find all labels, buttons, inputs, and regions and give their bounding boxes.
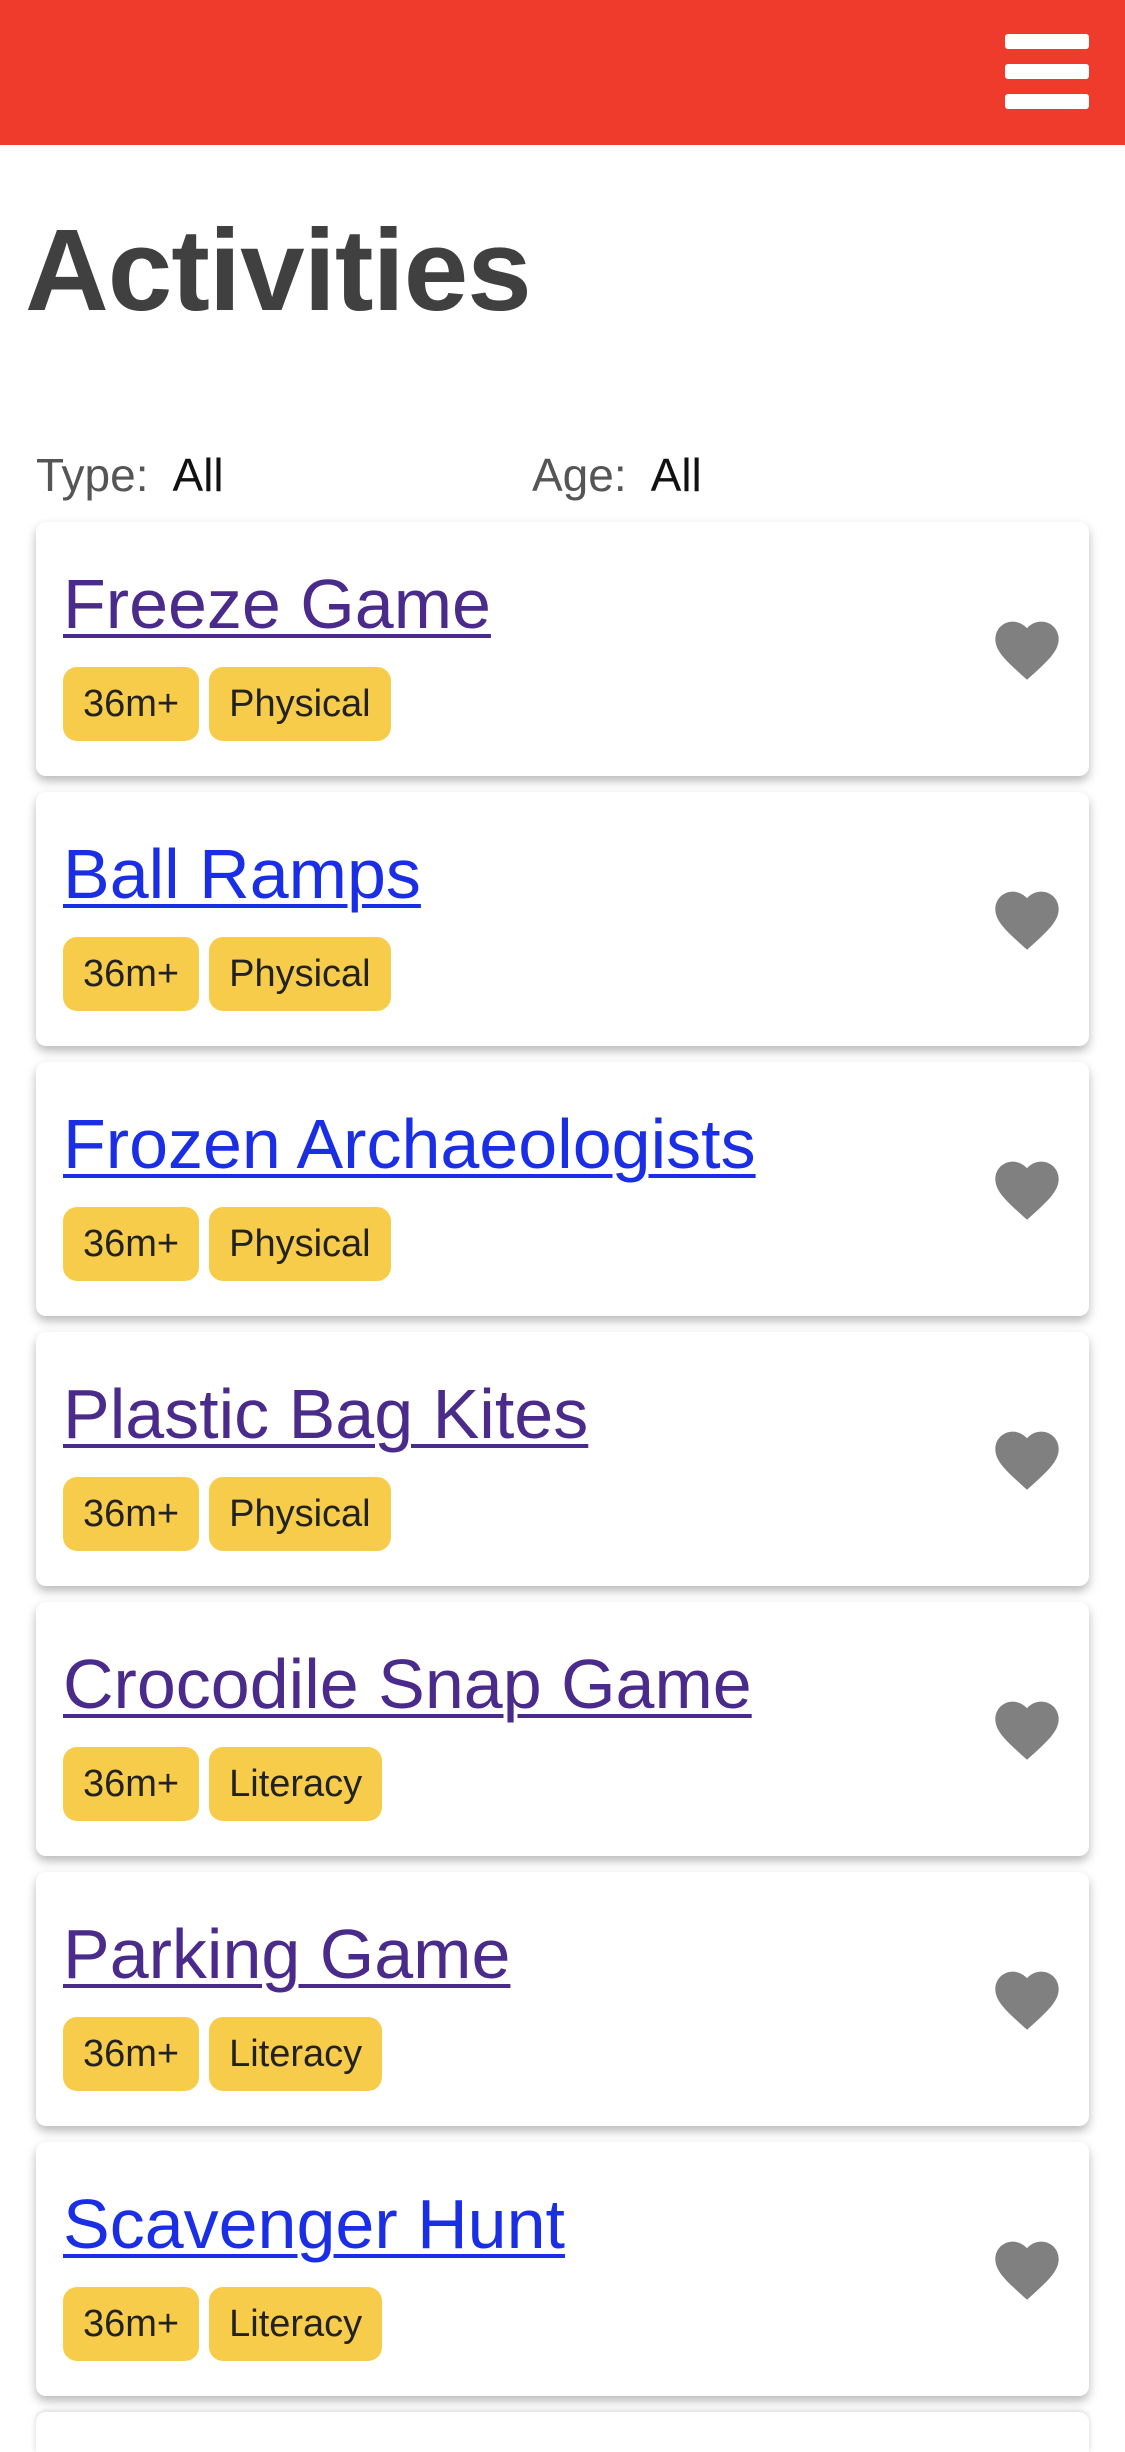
activity-title-link[interactable]: Scavenger Hunt [63,2182,565,2266]
activity-title-link[interactable]: Ball Ramps [63,832,421,916]
activity-title-link[interactable]: Plastic Bag Kites [63,1372,588,1456]
age-tag: 36m+ [63,2017,200,2091]
activity-title-link[interactable]: Freeze Game [63,562,491,646]
activity-title-link[interactable]: Parking Game [63,1912,510,1996]
heart-icon[interactable] [989,1692,1065,1762]
age-tag: 36m+ [63,1477,200,1551]
activity-card: Parking Game 36m+ Literacy [36,1872,1089,2126]
heart-icon[interactable] [989,882,1065,952]
menu-line [1005,34,1089,49]
age-tag: 36m+ [63,1747,200,1821]
age-tag: 36m+ [63,2287,200,2361]
hamburger-menu-icon[interactable] [1005,34,1089,110]
heart-icon[interactable] [989,1962,1065,2032]
heart-icon[interactable] [989,2232,1065,2302]
age-tag: 36m+ [63,1207,200,1281]
age-filter-label: Age: [532,449,627,501]
age-filter[interactable]: Age: All [532,445,702,505]
filter-bar: Type: All Age: All [36,445,1096,505]
age-tag: 36m+ [63,667,200,741]
heart-icon[interactable] [989,1152,1065,1222]
tag-list: 36m+ Physical [63,1477,391,1551]
category-tag: Literacy [209,1747,383,1821]
type-filter[interactable]: Type: All [36,445,224,505]
top-app-bar [0,0,1125,145]
tag-list: 36m+ Literacy [63,1747,383,1821]
category-tag: Physical [209,937,391,1011]
tag-list: 36m+ Literacy [63,2287,383,2361]
activity-card: Scavenger Hunt 36m+ Literacy [36,2142,1089,2396]
tag-list: 36m+ Physical [63,1207,391,1281]
menu-line [1005,94,1089,109]
category-tag: Physical [209,1477,391,1551]
activity-card: Plastic Bag Kites 36m+ Physical [36,1332,1089,1586]
type-filter-value[interactable]: All [173,449,224,501]
age-tag: 36m+ [63,937,200,1011]
activity-list: Freeze Game 36m+ Physical Ball Ramps 36m… [36,522,1089,2452]
menu-line [1005,64,1089,79]
category-tag: Literacy [209,2017,383,2091]
type-filter-label: Type: [36,449,149,501]
tag-list: 36m+ Physical [63,667,391,741]
tag-list: 36m+ Physical [63,937,391,1011]
heart-icon[interactable] [989,1422,1065,1492]
activity-card-partial [36,2412,1089,2452]
heart-icon[interactable] [989,612,1065,682]
activity-card: Freeze Game 36m+ Physical [36,522,1089,776]
activity-card: Frozen Archaeologists 36m+ Physical [36,1062,1089,1316]
tag-list: 36m+ Literacy [63,2017,383,2091]
activity-card: Ball Ramps 36m+ Physical [36,792,1089,1046]
activity-title-link[interactable]: Frozen Archaeologists [63,1102,756,1186]
activity-title-link[interactable]: Crocodile Snap Game [63,1642,752,1726]
page-title: Activities [25,205,532,335]
activity-card: Crocodile Snap Game 36m+ Literacy [36,1602,1089,1856]
category-tag: Physical [209,667,391,741]
age-filter-value[interactable]: All [651,449,702,501]
category-tag: Literacy [209,2287,383,2361]
category-tag: Physical [209,1207,391,1281]
